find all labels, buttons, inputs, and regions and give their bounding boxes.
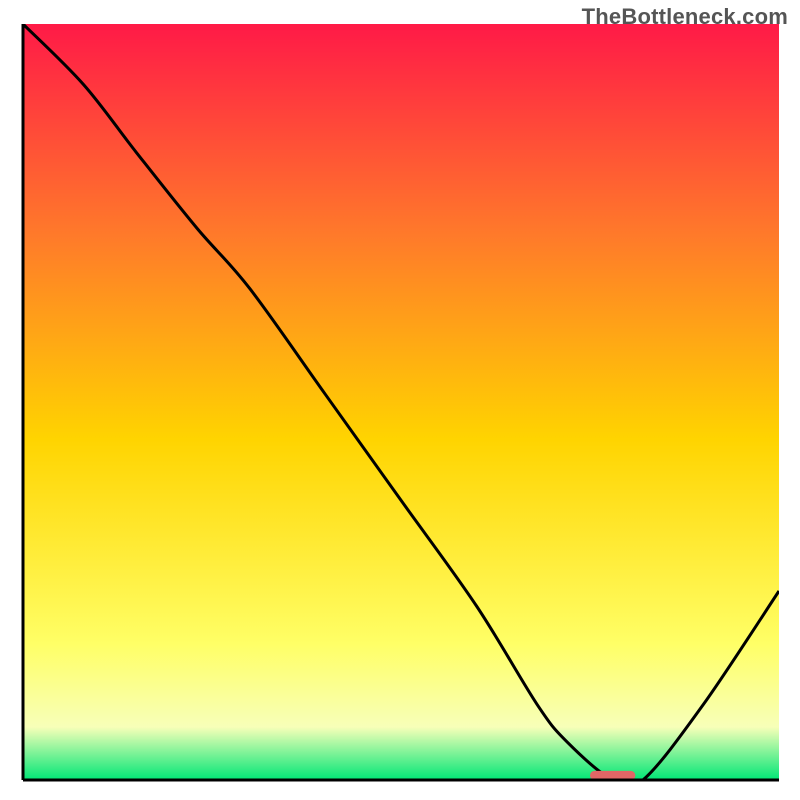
chart-container: TheBottleneck.com xyxy=(0,0,800,800)
bottleneck-chart xyxy=(0,0,800,800)
plot-background xyxy=(23,24,779,780)
watermark-text: TheBottleneck.com xyxy=(582,4,788,30)
